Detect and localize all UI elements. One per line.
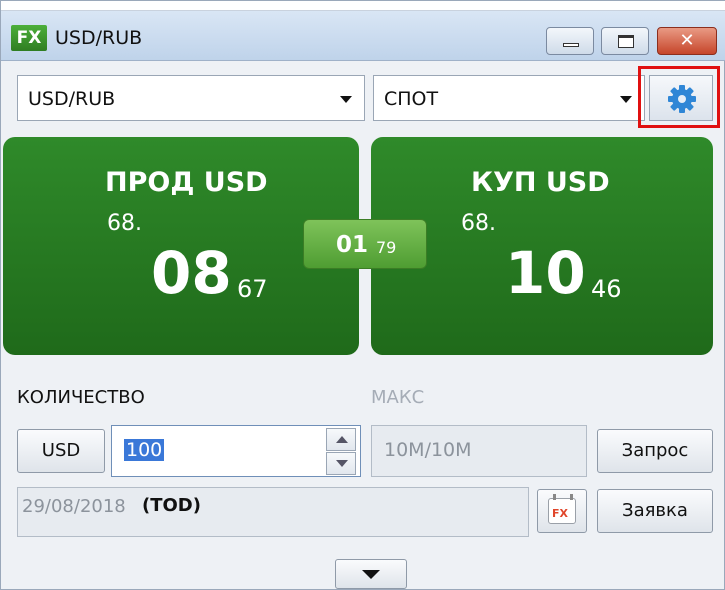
buy-price-prefix: 68. (461, 211, 496, 236)
max-value: 10M/10M (384, 439, 472, 461)
calendar-fx-mark: FX (552, 507, 568, 520)
quantity-value: 100 (124, 439, 165, 461)
chevron-up-icon (336, 436, 348, 443)
settlement-date: 29/08/2018 (22, 496, 126, 517)
settlement-date-field: 29/08/2018 (TOD) (17, 487, 529, 537)
quantity-input[interactable]: 100 (111, 425, 361, 477)
sell-title: ПРОД USD (105, 167, 268, 198)
title-bar[interactable]: FX USD/RUB ✕ (1, 11, 725, 61)
buy-title: КУП USD (471, 167, 610, 198)
expand-button[interactable] (335, 559, 407, 589)
close-button[interactable]: ✕ (657, 27, 717, 55)
spread-sub: 79 (376, 238, 397, 257)
quantity-increment-button[interactable] (326, 428, 356, 451)
calendar-rings (553, 494, 573, 500)
fx-logo: FX (11, 25, 47, 51)
buy-price-big: 10 (505, 239, 586, 307)
request-button[interactable]: Запрос (597, 429, 713, 473)
minimize-button[interactable] (546, 27, 594, 55)
sell-price-pips: 67 (237, 275, 268, 303)
close-icon: ✕ (679, 30, 695, 51)
max-label: МАКС (371, 387, 425, 408)
settings-highlight-frame (638, 66, 720, 128)
spread-badge: 01 79 (303, 219, 427, 269)
max-field: 10M/10M (371, 425, 587, 477)
currency-pair-select[interactable]: USD/RUB (17, 75, 365, 121)
window-title: USD/RUB (55, 27, 143, 49)
quantity-decrement-button[interactable] (326, 452, 356, 475)
maximize-button[interactable] (601, 27, 649, 55)
deal-type-value: СПОТ (384, 88, 439, 110)
chevron-down-icon (336, 460, 348, 467)
settlement-tag: (TOD) (142, 495, 201, 516)
minimize-icon (563, 43, 579, 47)
order-button[interactable]: Заявка (597, 489, 713, 533)
chevron-down-icon (620, 96, 632, 103)
chevron-down-icon (362, 570, 380, 579)
currency-button[interactable]: USD (17, 429, 105, 473)
deal-type-select[interactable]: СПОТ (373, 75, 645, 121)
fx-window: FX USD/RUB ✕ USD/RUB СПОТ ПРОД USD 68. 0… (0, 0, 725, 590)
spread-main: 01 (336, 232, 369, 258)
sell-price-big: 08 (151, 239, 232, 307)
maximize-icon (618, 35, 634, 48)
currency-pair-value: USD/RUB (28, 88, 116, 110)
calendar-icon: FX (548, 494, 576, 524)
top-strip (1, 1, 725, 11)
sell-price-prefix: 68. (107, 211, 142, 236)
buy-price-pips: 46 (591, 275, 622, 303)
calendar-button[interactable]: FX (537, 489, 587, 533)
chevron-down-icon (340, 96, 352, 103)
quantity-label: КОЛИЧЕСТВО (17, 387, 145, 408)
